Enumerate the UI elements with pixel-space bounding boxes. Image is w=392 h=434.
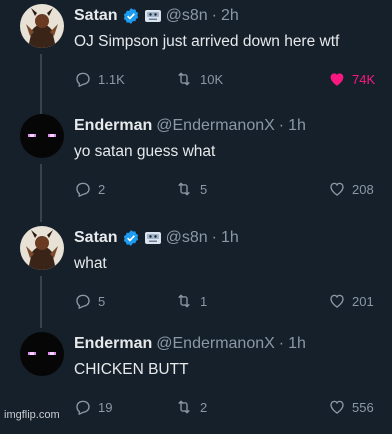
timestamp[interactable]: 1h [221, 228, 239, 248]
reply-button[interactable]: 19 [74, 398, 112, 416]
like-count: 74K [352, 71, 376, 87]
tweet[interactable]: Enderman @EndermanonX · 1h yo satan gues… [0, 110, 392, 216]
bot-label-icon [144, 8, 162, 24]
tweet-text: what [74, 255, 107, 272]
tweet-actions: 2 5 208 [74, 180, 384, 200]
reply-icon [76, 182, 90, 198]
heart-icon [330, 294, 344, 308]
retweet-icon [178, 294, 190, 308]
retweet-button[interactable]: 5 [174, 180, 207, 198]
avatar[interactable] [20, 226, 64, 270]
separator-dot: · [211, 7, 217, 24]
reply-count: 1.1K [98, 71, 125, 87]
user-handle[interactable]: @s8n [166, 228, 208, 248]
display-name[interactable]: Satan [74, 228, 118, 248]
tweet-text: CHICKEN BUTT [74, 361, 189, 378]
tweet-actions: 1.1K 10K 74K [74, 70, 384, 90]
separator-dot: · [211, 229, 217, 246]
timestamp[interactable]: 2h [221, 6, 239, 26]
display-name[interactable]: Satan [74, 6, 118, 26]
user-handle[interactable]: @s8n [166, 6, 208, 26]
verified-badge-icon [122, 7, 140, 25]
retweet-count: 1 [200, 293, 208, 309]
reply-count: 2 [98, 181, 106, 197]
retweet-count: 5 [200, 181, 208, 197]
like-count: 201 [352, 293, 374, 309]
avatar[interactable] [20, 4, 64, 48]
display-name[interactable]: Enderman [74, 334, 152, 354]
user-handle[interactable]: @EndermanonX [156, 334, 275, 354]
separator-dot: · [278, 335, 285, 352]
tweet[interactable]: Satan @s8n · 2h OJ Simpson just arrived … [0, 0, 392, 106]
tweet-text: yo satan guess what [74, 143, 216, 160]
retweet-button[interactable]: 2 [174, 398, 207, 416]
like-button[interactable]: 208 [328, 180, 374, 198]
reply-icon [76, 400, 90, 416]
retweet-count: 2 [200, 399, 208, 415]
watermark: imgflip.com [4, 409, 60, 421]
like-count: 556 [352, 399, 374, 415]
satan-avatar-icon [20, 226, 64, 270]
tweet[interactable]: Satan @s8n · 1h what 5 1 201 [0, 222, 392, 328]
avatar[interactable] [20, 114, 64, 158]
like-button[interactable]: 201 [328, 292, 374, 310]
reply-icon [76, 72, 90, 88]
like-count: 208 [352, 181, 374, 197]
tweet-actions: 5 1 201 [74, 292, 384, 312]
reply-button[interactable]: 2 [74, 180, 105, 198]
like-button[interactable]: 74K [328, 70, 375, 88]
enderman-avatar-icon [20, 332, 64, 376]
like-button[interactable]: 556 [328, 398, 374, 416]
retweet-icon [178, 182, 190, 196]
reply-count: 5 [98, 293, 106, 309]
reply-icon [76, 294, 90, 310]
separator-dot: · [278, 117, 285, 134]
display-name[interactable]: Enderman [74, 116, 152, 136]
satan-avatar-icon [20, 4, 64, 48]
tweet-actions: 19 2 556 [74, 398, 384, 418]
retweet-button[interactable]: 10K [174, 70, 223, 88]
reply-count: 19 [98, 399, 113, 415]
reply-button[interactable]: 1.1K [74, 70, 125, 88]
bot-label-icon [144, 230, 162, 246]
retweet-icon [178, 400, 190, 414]
user-handle[interactable]: @EndermanonX [156, 116, 275, 136]
reply-button[interactable]: 5 [74, 292, 105, 310]
timestamp[interactable]: 1h [288, 334, 306, 354]
heart-filled-icon [330, 73, 344, 86]
avatar[interactable] [20, 332, 64, 376]
verified-badge-icon [122, 229, 140, 247]
heart-icon [330, 400, 344, 414]
tweet-text: OJ Simpson just arrived down here wtf [74, 33, 340, 50]
enderman-avatar-icon [20, 114, 64, 158]
timestamp[interactable]: 1h [288, 116, 306, 136]
heart-icon [330, 182, 344, 196]
retweet-count: 10K [200, 71, 224, 87]
retweet-button[interactable]: 1 [174, 292, 207, 310]
retweet-icon [178, 72, 190, 86]
